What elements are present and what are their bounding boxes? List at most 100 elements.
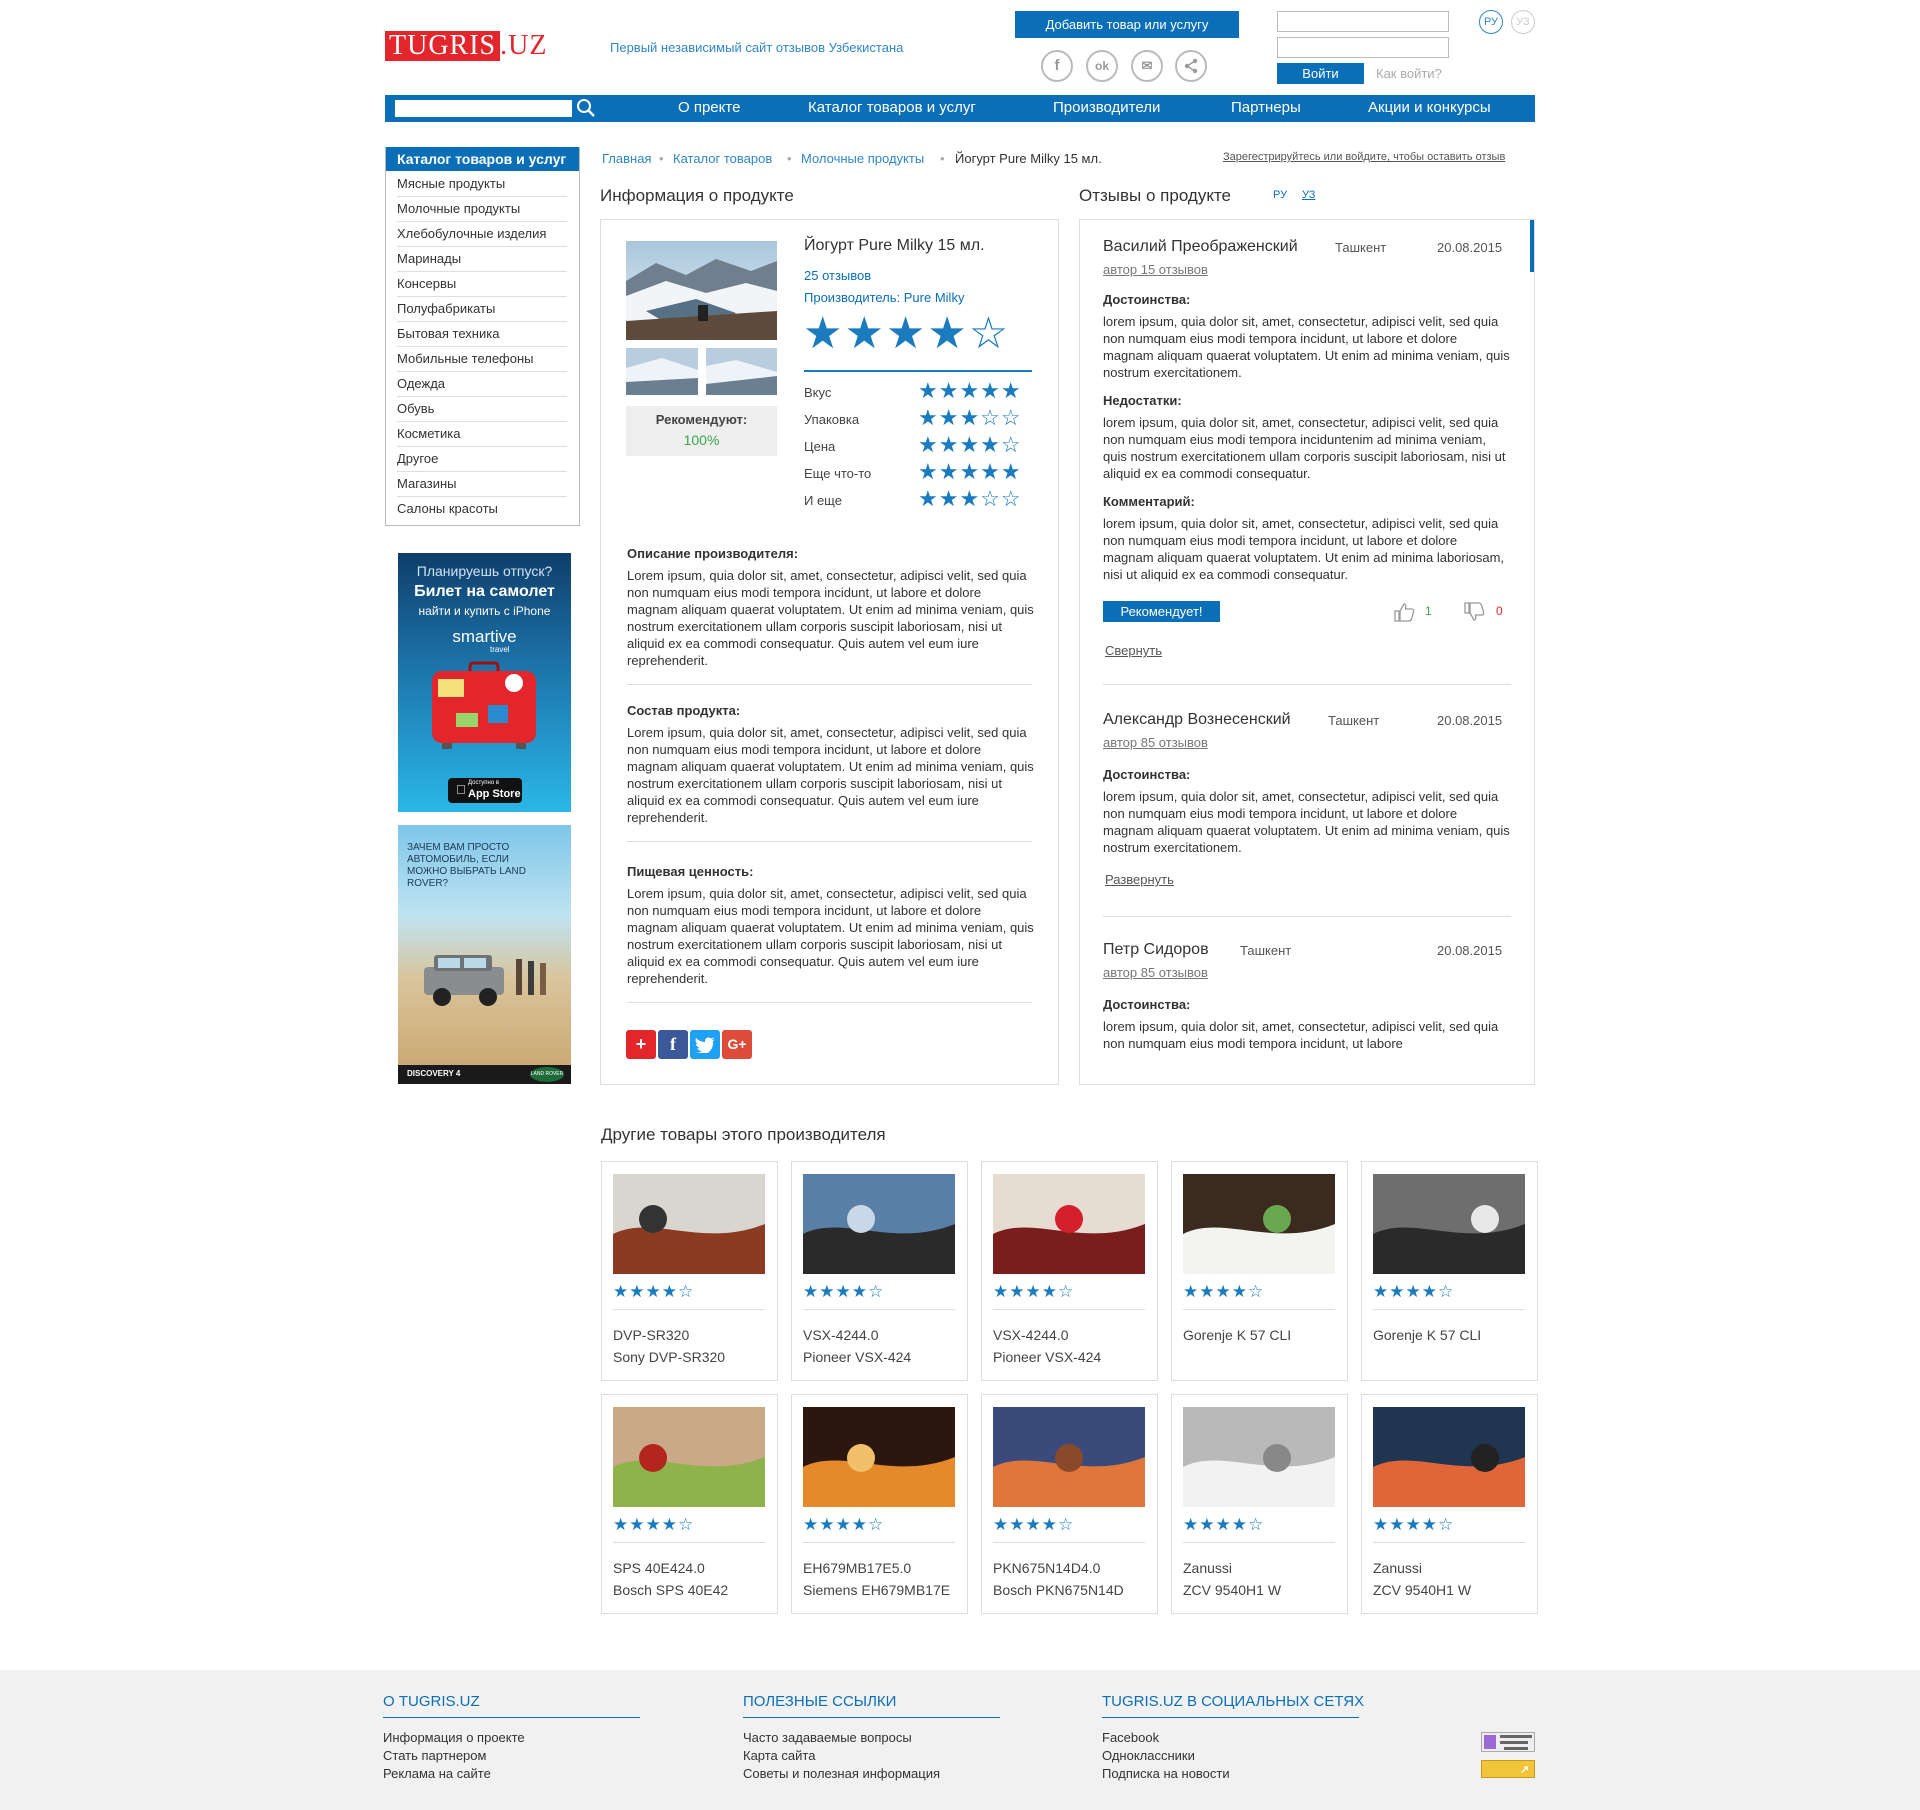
footer-link[interactable]: Стать партнером — [383, 1748, 486, 1763]
nav-partners[interactable]: Партнеры — [1231, 98, 1301, 118]
breadcrumb-catalog[interactable]: Каталог товаров — [673, 151, 772, 166]
product-thumb-1[interactable] — [626, 348, 698, 395]
sidebar-item[interactable]: Молочные продукты — [397, 197, 567, 222]
share-icon[interactable] — [1175, 50, 1207, 82]
search-input[interactable] — [395, 100, 572, 117]
product-card[interactable]: ★★★★☆ EH679MB17E5.0 Siemens EH679MB17E — [791, 1394, 968, 1614]
footer-link[interactable]: Одноклассники — [1102, 1748, 1195, 1763]
reviews-lang-uz[interactable]: УЗ — [1302, 189, 1315, 201]
manufacturer-link[interactable]: Производитель: Pure Milky — [804, 290, 964, 305]
password-field[interactable] — [1277, 37, 1449, 58]
site-logo[interactable]: TUGRIS .UZ — [385, 31, 563, 61]
author-reviews-link[interactable]: автор 85 отзывов — [1103, 735, 1208, 750]
counter-badge-1[interactable] — [1481, 1732, 1535, 1752]
footer-link[interactable]: Часто задаваемые вопросы — [743, 1730, 912, 1745]
product-card-model: SPS 40E424.0 — [613, 1560, 705, 1576]
reviews-scrollbar[interactable] — [1530, 220, 1534, 272]
product-thumb-2[interactable] — [706, 348, 777, 395]
footer-link[interactable]: Facebook — [1102, 1730, 1159, 1745]
expand-link[interactable]: Развернуть — [1105, 872, 1174, 887]
sidebar-item[interactable]: Мясные продукты — [397, 172, 567, 197]
reviews-lang-ru[interactable]: РУ — [1273, 189, 1287, 201]
sidebar-item[interactable]: Полуфабрикаты — [397, 297, 567, 322]
reviewer-name[interactable]: Петр Сидоров — [1103, 941, 1209, 959]
product-card-image[interactable] — [1373, 1174, 1525, 1274]
facebook-share-icon[interactable]: f — [658, 1030, 688, 1059]
reviewer-name[interactable]: Александр Вознесенский — [1103, 711, 1291, 729]
login-button[interactable]: Войти — [1277, 63, 1364, 84]
card-divider — [993, 1542, 1145, 1543]
odnoklassniki-icon[interactable]: ok — [1086, 50, 1118, 82]
footer-link[interactable]: Реклама на сайте — [383, 1766, 491, 1781]
product-card-image[interactable] — [1373, 1407, 1525, 1507]
facebook-icon[interactable]: f — [1041, 50, 1073, 82]
sidebar-item[interactable]: Бытовая техника — [397, 322, 567, 347]
sidebar-item[interactable]: Одежда — [397, 372, 567, 397]
lang-ru-button[interactable]: РУ — [1479, 10, 1503, 34]
share-plus-icon[interactable]: + — [626, 1030, 656, 1059]
sidebar-item[interactable]: Консервы — [397, 272, 567, 297]
login-field[interactable] — [1277, 11, 1449, 32]
lang-uz-button[interactable]: УЗ — [1511, 10, 1535, 34]
land-rover-ad-banner[interactable]: ЗАЧЕМ ВАМ ПРОСТО АВТОМОБИЛЬ, ЕСЛИ МОЖНО … — [398, 825, 571, 1084]
sidebar-item[interactable]: Хлебобулочные изделия — [397, 222, 567, 247]
footer-link[interactable]: Советы и полезная информация — [743, 1766, 940, 1781]
footer-link[interactable]: Информация о проекте — [383, 1730, 525, 1745]
product-main-image[interactable] — [626, 241, 777, 340]
thumbs-down-icon[interactable] — [1463, 601, 1485, 623]
product-card[interactable]: ★★★★☆ Zanussi ZCV 9540H1 W — [1171, 1394, 1348, 1614]
reviews-count-link[interactable]: 25 отзывов — [804, 268, 871, 283]
product-card-image[interactable] — [1183, 1174, 1335, 1274]
ad1-store: App Store — [468, 788, 521, 800]
googleplus-share-icon[interactable]: G+ — [722, 1030, 752, 1059]
thumbs-up-icon[interactable] — [1393, 601, 1415, 623]
product-card[interactable]: ★★★★☆ PKN675N14D4.0 Bosch PKN675N14D — [981, 1394, 1158, 1614]
product-card-image[interactable] — [993, 1407, 1145, 1507]
ad1-line2: Билет на самолет — [414, 583, 555, 600]
product-card[interactable]: ★★★★☆ DVP-SR320 Sony DVP-SR320 — [601, 1161, 778, 1381]
nav-promos[interactable]: Акции и конкурсы — [1368, 98, 1491, 118]
product-card[interactable]: ★★★★☆ SPS 40E424.0 Bosch SPS 40E42 — [601, 1394, 778, 1614]
breadcrumb-home[interactable]: Главная — [602, 151, 651, 166]
smartive-ad-banner[interactable]: Планируешь отпуск? Билет на самолет найт… — [398, 553, 571, 812]
twitter-share-icon[interactable] — [690, 1030, 720, 1059]
counter-badge-2[interactable]: ↗ — [1481, 1760, 1535, 1778]
nav-catalog[interactable]: Каталог товаров и услуг — [808, 98, 976, 118]
add-product-button[interactable]: Добавить товар или услугу — [1015, 11, 1239, 38]
product-card-image[interactable] — [613, 1407, 765, 1507]
reviewer-name[interactable]: Василий Преображенский — [1103, 238, 1298, 256]
product-card[interactable]: ★★★★☆ VSX-4244.0 Pioneer VSX-424 — [791, 1161, 968, 1381]
product-card-image[interactable] — [613, 1174, 765, 1274]
likes-count: 1 — [1425, 604, 1432, 618]
breadcrumb-category[interactable]: Молочные продукты — [801, 151, 924, 166]
product-card-image[interactable] — [803, 1174, 955, 1274]
product-card-image[interactable] — [1183, 1407, 1335, 1507]
search-icon[interactable] — [576, 98, 596, 118]
product-card[interactable]: ★★★★☆ Gorenje K 57 CLI — [1171, 1161, 1348, 1381]
ad1-brand: smartive — [452, 627, 517, 646]
product-card-image[interactable] — [993, 1174, 1145, 1274]
author-reviews-link[interactable]: автор 15 отзывов — [1103, 262, 1208, 277]
sidebar-item[interactable]: Косметика — [397, 422, 567, 447]
footer-link[interactable]: Карта сайта — [743, 1748, 815, 1763]
collapse-link[interactable]: Свернуть — [1105, 643, 1162, 658]
author-reviews-link[interactable]: автор 85 отзывов — [1103, 965, 1208, 980]
product-card-image[interactable] — [803, 1407, 955, 1507]
how-login-link[interactable]: Как войти? — [1376, 66, 1442, 81]
footer-link[interactable]: Подписка на новости — [1102, 1766, 1230, 1781]
product-card[interactable]: ★★★★☆ Zanussi ZCV 9540H1 W — [1361, 1394, 1538, 1614]
nav-about[interactable]: О пректе — [678, 98, 740, 118]
sidebar-item[interactable]: Маринады — [397, 247, 567, 272]
sidebar-item[interactable]: Обувь — [397, 397, 567, 422]
app-store-badge[interactable]:  Доступно в App Store — [448, 778, 522, 803]
product-card[interactable]: ★★★★☆ Gorenje K 57 CLI — [1361, 1161, 1538, 1381]
product-card-stars: ★★★★☆ — [1373, 1515, 1455, 1534]
sidebar-item[interactable]: Магазины — [397, 472, 567, 497]
sidebar-item[interactable]: Салоны красоты — [397, 497, 567, 522]
sidebar-item[interactable]: Мобильные телефоны — [397, 347, 567, 372]
product-card[interactable]: ★★★★☆ VSX-4244.0 Pioneer VSX-424 — [981, 1161, 1158, 1381]
mail-icon[interactable]: ✉ — [1131, 50, 1163, 82]
register-link[interactable]: Зарегестрируйтесь или войдите, чтобы ост… — [1223, 151, 1505, 163]
sidebar-item[interactable]: Другое — [397, 447, 567, 472]
nav-manufacturers[interactable]: Производители — [1053, 98, 1160, 118]
